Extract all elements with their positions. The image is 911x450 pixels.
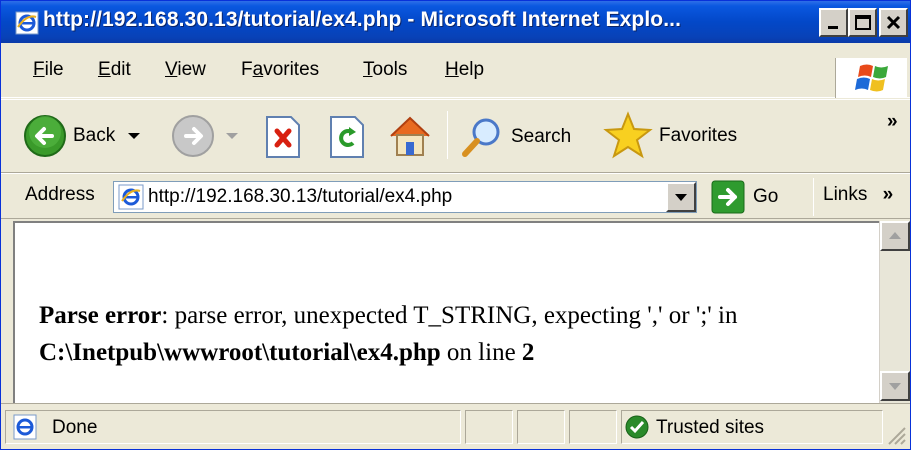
menu-favorites-label: Favorites <box>241 59 320 80</box>
forward-button[interactable] <box>171 114 243 158</box>
favorites-star-icon <box>603 111 653 159</box>
minimize-button[interactable] <box>819 8 848 37</box>
error-message: Parse error: parse error, unexpected T_S… <box>39 297 859 371</box>
favorites-label: Favorites <box>659 125 738 146</box>
status-page-icon <box>13 414 37 440</box>
toolbar-separator <box>447 111 448 159</box>
menu-help[interactable]: Help <box>445 59 484 81</box>
toolbar-overflow-chevron[interactable]: » <box>887 111 898 133</box>
back-arrow-icon <box>24 115 66 157</box>
error-line-text: on line <box>440 339 522 366</box>
chevron-down-icon <box>675 194 687 201</box>
status-pane-2 <box>517 410 565 444</box>
links-separator <box>813 178 814 216</box>
menu-favorites[interactable]: Favorites <box>241 59 319 81</box>
menu-tools-label: Tools <box>363 59 408 80</box>
status-text: Done <box>52 417 98 438</box>
status-pane-1 <box>465 410 513 444</box>
close-icon <box>886 15 901 30</box>
trusted-checkmark-icon <box>625 415 649 439</box>
windows-logo-icon <box>855 64 888 92</box>
favorites-button[interactable]: Favorites <box>603 111 737 161</box>
vertical-scrollbar[interactable] <box>879 221 910 403</box>
maximize-button[interactable] <box>848 8 877 37</box>
search-button[interactable]: Search <box>459 114 571 160</box>
stop-icon <box>266 116 300 158</box>
page-ie-icon <box>118 184 144 210</box>
scroll-up-button[interactable] <box>880 221 910 251</box>
error-file-path: C:\Inetpub\wwwroot\tutorial\ex4.php <box>39 339 441 366</box>
scroll-down-button[interactable] <box>880 371 910 401</box>
back-button[interactable]: Back <box>23 114 145 158</box>
refresh-icon <box>330 116 364 158</box>
status-main-pane: Done <box>5 410 461 444</box>
address-bar: Address http://192.168.30.13/tutorial/ex… <box>1 173 910 219</box>
go-arrow-icon <box>711 180 745 214</box>
menu-edit[interactable]: Edit <box>98 59 131 81</box>
title-bar[interactable]: http://192.168.30.13/tutorial/ex4.php - … <box>1 1 910 43</box>
window-title: http://192.168.30.13/tutorial/ex4.php - … <box>43 8 682 31</box>
windows-flag-logo <box>835 58 907 98</box>
status-zone-text: Trusted sites <box>656 417 765 438</box>
close-button[interactable] <box>879 8 908 37</box>
status-zone-pane[interactable]: Trusted sites <box>621 410 883 444</box>
go-button[interactable]: Go <box>711 180 778 214</box>
error-detail: : parse error, unexpected T_STRING, expe… <box>161 302 738 329</box>
back-label: Back <box>73 125 116 146</box>
address-dropdown-button[interactable] <box>666 182 696 212</box>
address-label: Address <box>25 184 95 205</box>
menu-help-label: Help <box>445 59 485 80</box>
status-bar: Done Trusted sites <box>1 403 910 449</box>
browser-window: http://192.168.30.13/tutorial/ex4.php - … <box>0 0 911 450</box>
refresh-button[interactable] <box>327 115 367 159</box>
go-label: Go <box>753 186 779 207</box>
page-content: Parse error: parse error, unexpected T_S… <box>13 221 879 403</box>
search-icon <box>462 118 500 157</box>
links-label: Links <box>823 184 868 205</box>
stop-button[interactable] <box>263 115 303 159</box>
address-url: http://192.168.30.13/tutorial/ex4.php <box>148 186 453 207</box>
menu-file-label: File <box>33 59 64 80</box>
links-button[interactable]: Links » <box>823 184 893 206</box>
ie-logo-icon <box>15 11 39 35</box>
home-icon <box>390 116 430 156</box>
menu-view[interactable]: View <box>165 59 206 81</box>
status-pane-3 <box>569 410 617 444</box>
scroll-down-icon <box>889 383 901 390</box>
search-label: Search <box>511 126 572 147</box>
maximize-icon <box>855 15 871 30</box>
menu-edit-label: Edit <box>98 59 131 80</box>
menu-bar: File Edit View Favorites Tools Help <box>1 43 910 98</box>
resize-grip-icon[interactable] <box>885 424 907 446</box>
menu-view-label: View <box>165 59 206 80</box>
links-overflow-chevron[interactable]: » <box>883 184 894 205</box>
error-line-number: 2 <box>521 339 535 366</box>
address-input[interactable]: http://192.168.30.13/tutorial/ex4.php <box>113 181 697 213</box>
scroll-up-icon <box>889 232 901 239</box>
menu-tools[interactable]: Tools <box>363 59 407 81</box>
back-dropdown-icon[interactable] <box>125 129 145 143</box>
menu-file[interactable]: File <box>33 59 64 81</box>
minimize-icon <box>828 26 838 29</box>
forward-arrow-icon <box>172 115 214 157</box>
home-button[interactable] <box>385 111 435 161</box>
error-label: Parse error <box>39 302 162 329</box>
forward-dropdown-icon[interactable] <box>223 129 243 143</box>
